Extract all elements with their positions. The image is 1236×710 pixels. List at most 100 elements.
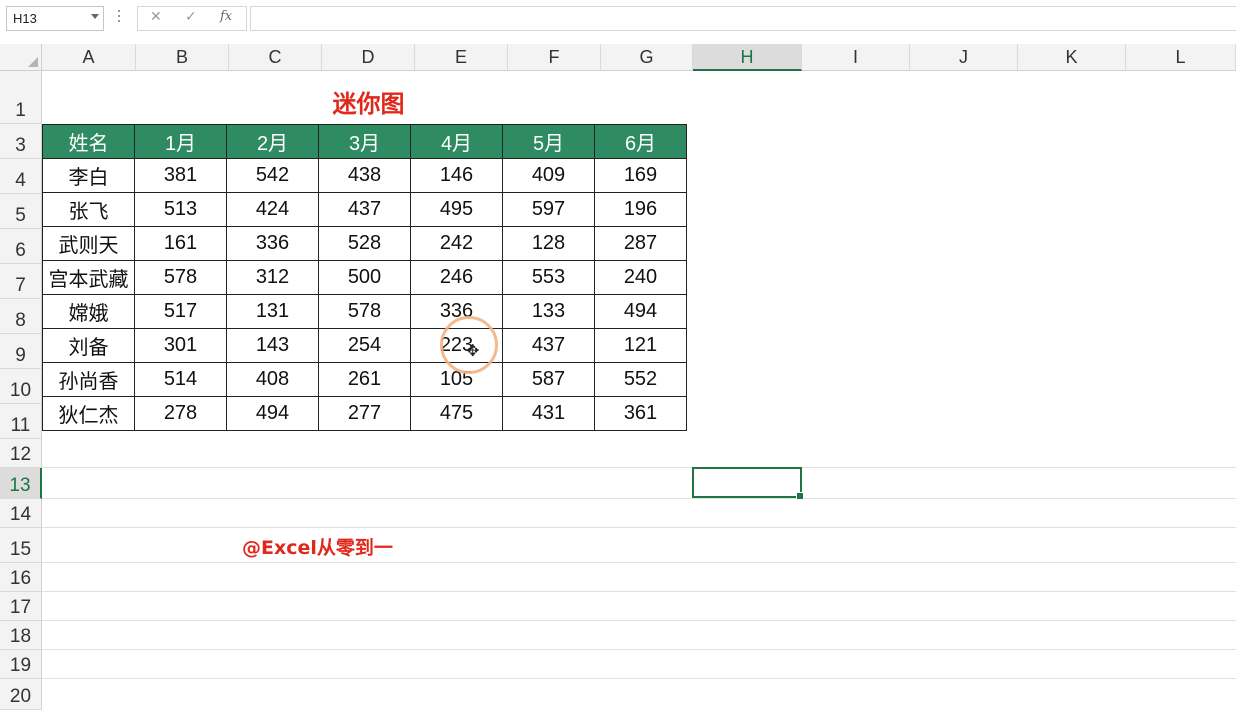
table-cell[interactable]: 312 [226, 260, 319, 295]
table-cell[interactable]: 狄仁杰 [42, 396, 135, 431]
table-cell[interactable]: 494 [226, 396, 319, 431]
table-header-cell[interactable]: 5月 [502, 124, 595, 159]
table-header-cell[interactable]: 4月 [410, 124, 503, 159]
cancel-icon[interactable]: ✕ [150, 9, 162, 25]
table-cell[interactable]: 宫本武藏 [42, 260, 135, 295]
table-cell[interactable]: 277 [318, 396, 411, 431]
row-header-14[interactable]: 14 [0, 499, 42, 528]
table-cell[interactable]: 381 [134, 158, 227, 193]
table-cell[interactable]: 196 [594, 192, 687, 227]
column-header-l[interactable]: L [1126, 44, 1236, 71]
row-header-11[interactable]: 11 [0, 404, 42, 439]
table-cell[interactable]: 嫦娥 [42, 294, 135, 329]
row-header-18[interactable]: 18 [0, 621, 42, 650]
table-cell[interactable]: 246 [410, 260, 503, 295]
table-cell[interactable]: 128 [502, 226, 595, 261]
column-header-i[interactable]: I [802, 44, 910, 71]
row-header-17[interactable]: 17 [0, 592, 42, 621]
row-header-4[interactable]: 4 [0, 159, 42, 194]
table-cell[interactable]: 161 [134, 226, 227, 261]
row-header-10[interactable]: 10 [0, 369, 42, 404]
table-header-cell[interactable]: 1月 [134, 124, 227, 159]
table-cell[interactable]: 121 [594, 328, 687, 363]
table-header-cell[interactable]: 6月 [594, 124, 687, 159]
row-header-6[interactable]: 6 [0, 229, 42, 264]
table-cell[interactable]: 301 [134, 328, 227, 363]
enter-icon[interactable]: ✓ [185, 9, 197, 25]
table-cell[interactable]: 408 [226, 362, 319, 397]
table-cell[interactable]: 553 [502, 260, 595, 295]
table-cell[interactable]: 143 [226, 328, 319, 363]
table-cell[interactable]: 513 [134, 192, 227, 227]
row-header-8[interactable]: 8 [0, 299, 42, 334]
row-header-15[interactable]: 15 [0, 528, 42, 563]
table-cell[interactable]: 361 [594, 396, 687, 431]
table-header-cell[interactable]: 2月 [226, 124, 319, 159]
table-cell[interactable]: 146 [410, 158, 503, 193]
table-cell[interactable]: 254 [318, 328, 411, 363]
table-cell[interactable]: 431 [502, 396, 595, 431]
table-cell[interactable]: 242 [410, 226, 503, 261]
table-cell[interactable]: 437 [318, 192, 411, 227]
row-header-19[interactable]: 19 [0, 650, 42, 679]
column-header-f[interactable]: F [508, 44, 601, 71]
table-cell[interactable]: 494 [594, 294, 687, 329]
table-cell[interactable]: 336 [226, 226, 319, 261]
column-header-h[interactable]: H [693, 44, 802, 71]
table-cell[interactable]: 542 [226, 158, 319, 193]
table-cell[interactable]: 刘备 [42, 328, 135, 363]
table-cell[interactable]: 578 [318, 294, 411, 329]
column-header-j[interactable]: J [910, 44, 1018, 71]
table-cell[interactable]: 597 [502, 192, 595, 227]
table-cell[interactable]: 张飞 [42, 192, 135, 227]
table-cell[interactable]: 169 [594, 158, 687, 193]
table-cell[interactable]: 武则天 [42, 226, 135, 261]
row-header-5[interactable]: 5 [0, 194, 42, 229]
row-header-16[interactable]: 16 [0, 563, 42, 592]
table-cell[interactable]: 278 [134, 396, 227, 431]
drag-handle-icon[interactable] [118, 10, 121, 24]
row-header-20[interactable]: 20 [0, 679, 42, 710]
column-header-d[interactable]: D [322, 44, 415, 71]
table-cell[interactable]: 261 [318, 362, 411, 397]
table-cell[interactable]: 517 [134, 294, 227, 329]
table-cell[interactable]: 514 [134, 362, 227, 397]
table-header-cell[interactable]: 姓名 [42, 124, 135, 159]
table-cell[interactable]: 131 [226, 294, 319, 329]
table-cell[interactable]: 438 [318, 158, 411, 193]
table-cell[interactable]: 孙尚香 [42, 362, 135, 397]
table-cell[interactable]: 437 [502, 328, 595, 363]
table-cell[interactable]: 133 [502, 294, 595, 329]
column-header-c[interactable]: C [229, 44, 322, 71]
row-header-12[interactable]: 12 [0, 439, 42, 468]
formula-input[interactable] [250, 6, 1236, 31]
column-header-b[interactable]: B [136, 44, 229, 71]
table-cell[interactable]: 528 [318, 226, 411, 261]
row-header-13[interactable]: 13 [0, 468, 42, 499]
table-cell[interactable]: 424 [226, 192, 319, 227]
column-header-a[interactable]: A [42, 44, 136, 71]
table-cell[interactable]: 495 [410, 192, 503, 227]
column-header-k[interactable]: K [1018, 44, 1126, 71]
table-cell[interactable]: 287 [594, 226, 687, 261]
insert-function-icon[interactable]: fx [220, 9, 232, 24]
table-cell[interactable]: 578 [134, 260, 227, 295]
table-cell[interactable]: 李白 [42, 158, 135, 193]
table-cell[interactable]: 409 [502, 158, 595, 193]
table-cell[interactable]: 240 [594, 260, 687, 295]
chevron-down-icon[interactable] [91, 14, 99, 19]
row-header-7[interactable]: 7 [0, 264, 42, 299]
fill-handle[interactable] [796, 492, 804, 500]
select-all-button[interactable] [0, 44, 42, 71]
table-cell[interactable]: 475 [410, 396, 503, 431]
column-header-e[interactable]: E [415, 44, 508, 71]
column-header-g[interactable]: G [601, 44, 693, 71]
row-header-9[interactable]: 9 [0, 334, 42, 369]
active-cell-h13[interactable] [692, 467, 804, 500]
row-header-3[interactable]: 3 [0, 124, 42, 159]
row-header-1[interactable]: 1 [0, 71, 42, 124]
table-cell[interactable]: 552 [594, 362, 687, 397]
table-header-cell[interactable]: 3月 [318, 124, 411, 159]
table-cell[interactable]: 500 [318, 260, 411, 295]
table-cell[interactable]: 587 [502, 362, 595, 397]
